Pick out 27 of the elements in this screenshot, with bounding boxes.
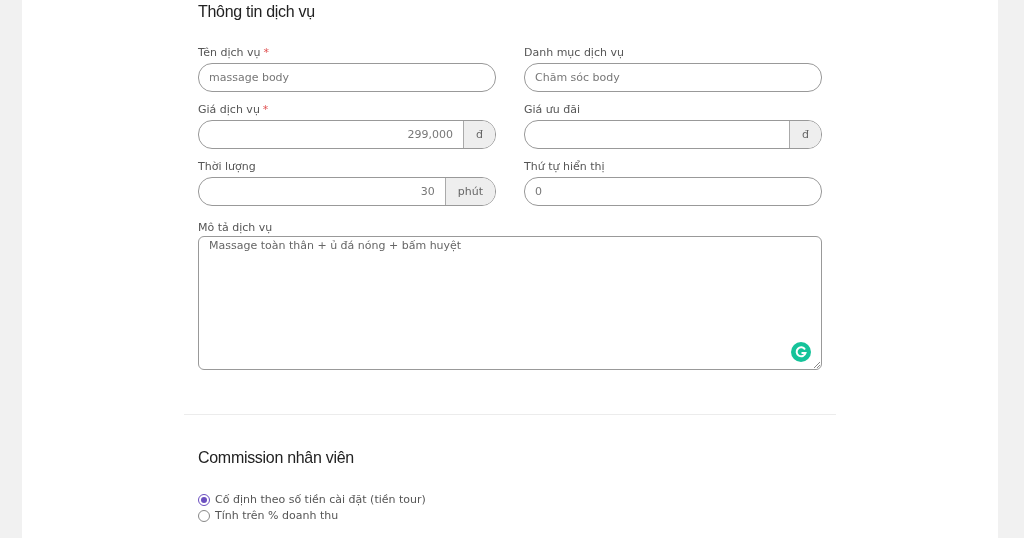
- radio-option[interactable]: Cố định theo số tiền cài đặt (tiền tour): [198, 493, 426, 506]
- input-field[interactable]: đ: [524, 120, 822, 149]
- input-field[interactable]: massage body: [198, 63, 496, 92]
- field-label: Thứ tự hiển thị: [524, 160, 605, 173]
- field-label: Giá dịch vụ: [198, 103, 260, 116]
- field-label: Danh mục dịch vụ: [524, 46, 624, 59]
- field-label: Giá ưu đãi: [524, 103, 581, 116]
- input-field[interactable]: Chăm sóc body: [524, 63, 822, 92]
- section-title: Commission nhân viên: [198, 448, 355, 468]
- resize-handle-icon[interactable]: [813, 361, 820, 368]
- input-field[interactable]: 299,000 đ: [198, 120, 496, 149]
- required-mark: *: [262, 103, 269, 116]
- unit-addon: phút: [444, 178, 495, 205]
- field-label: Tên dịch vụ: [198, 46, 261, 59]
- unit-addon: đ: [463, 121, 495, 148]
- radio-option[interactable]: Tính trên % doanh thu: [198, 509, 339, 522]
- radio-button[interactable]: [198, 509, 210, 522]
- section-title: Thông tin dịch vụ: [198, 1, 316, 23]
- input-field[interactable]: 0: [524, 177, 822, 206]
- description-field[interactable]: Massage toàn thân + ủ đá nóng + bấm huyệt: [198, 236, 822, 370]
- field-label: Thời lượng: [198, 160, 256, 173]
- required-mark: *: [263, 46, 269, 59]
- input-field[interactable]: 30 phút: [198, 177, 496, 206]
- grammar-check-icon[interactable]: [791, 342, 811, 362]
- field-label: Mô tả dịch vụ: [198, 221, 273, 234]
- radio-button[interactable]: [198, 493, 210, 506]
- unit-addon: đ: [789, 121, 821, 148]
